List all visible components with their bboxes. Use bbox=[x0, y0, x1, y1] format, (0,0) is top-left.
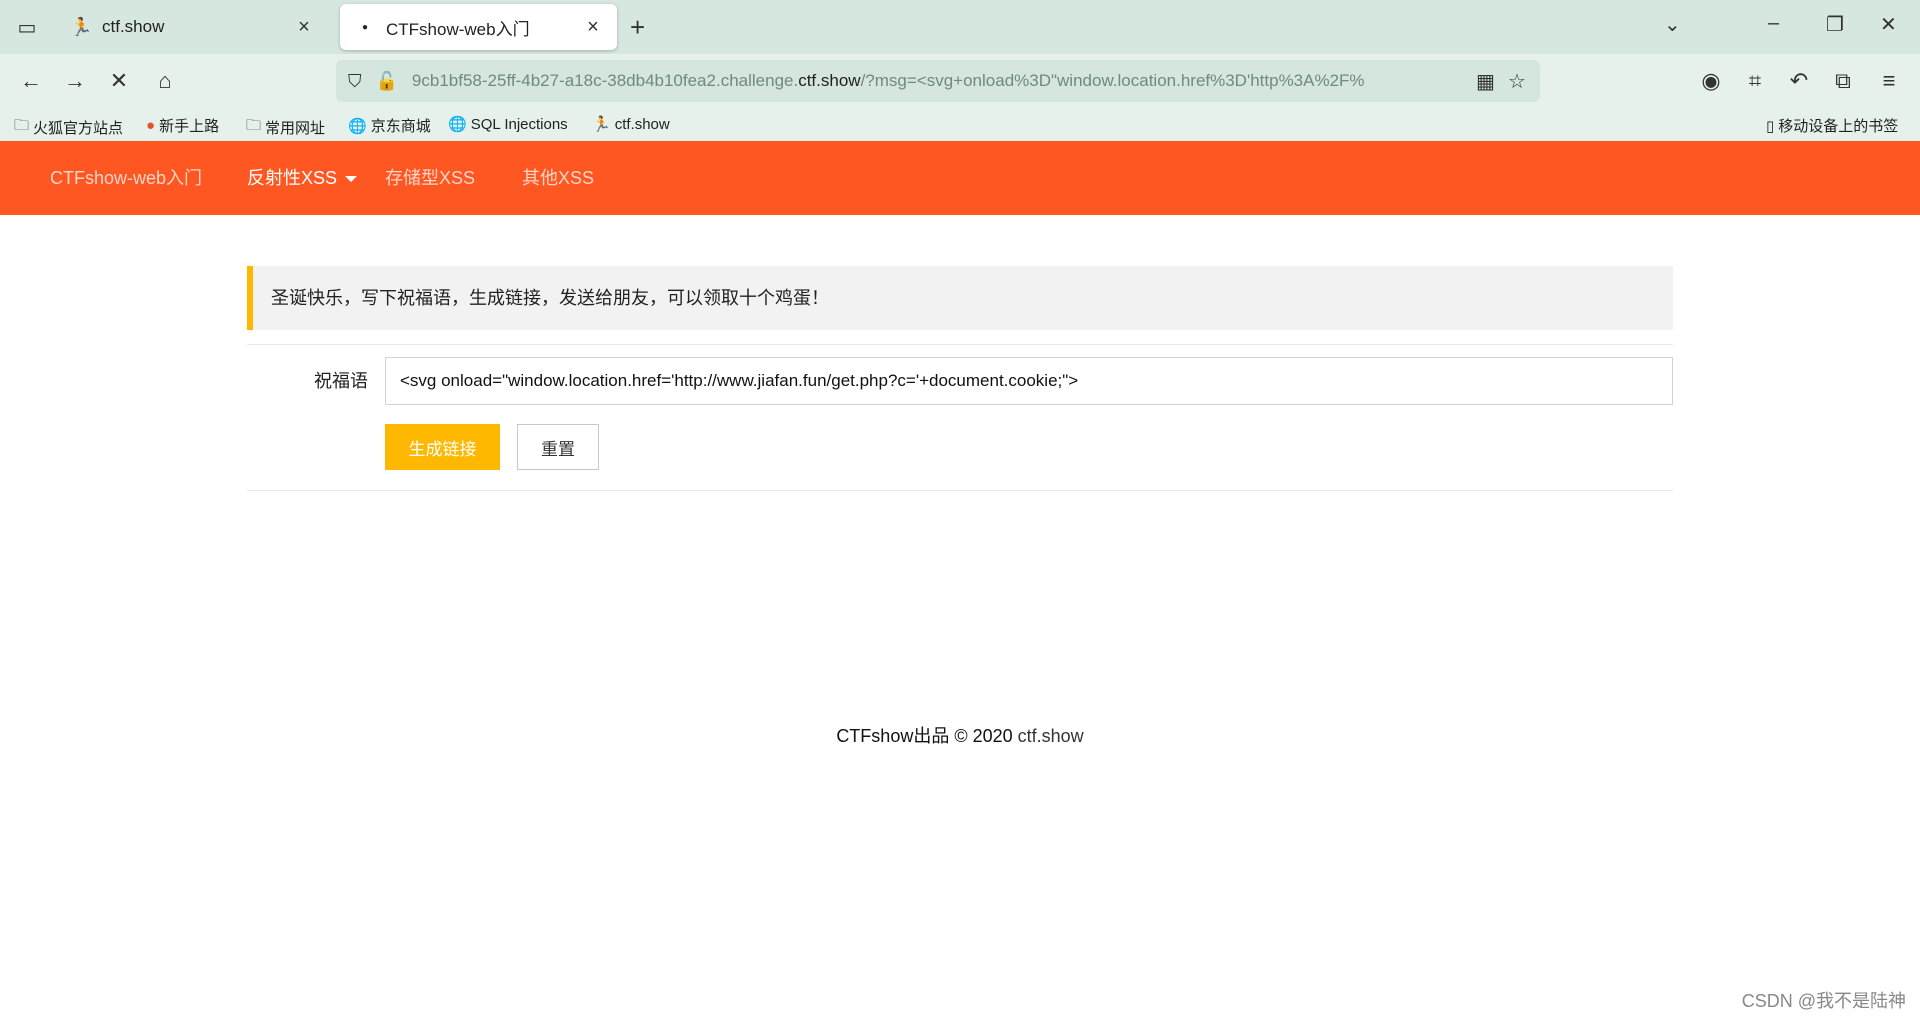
close-icon[interactable]: × bbox=[583, 16, 603, 39]
bookmark-item[interactable]: 🏃 ctf.show bbox=[592, 115, 670, 134]
nav-label: CTFshow-web入门 bbox=[50, 168, 203, 188]
globe-icon: 🌐 bbox=[448, 116, 467, 133]
bookmark-label: SQL Injections bbox=[470, 115, 568, 133]
bookmark-item[interactable]: 🌐 SQL Injections bbox=[448, 115, 568, 134]
bookmark-item[interactable]: 🌐 京东商城 bbox=[348, 115, 431, 136]
new-tab-icon[interactable]: + bbox=[630, 12, 645, 43]
nav-item-other-xss[interactable]: 其他XSS bbox=[522, 141, 594, 215]
nav-item-ctfshow-web[interactable]: CTFshow-web入门 bbox=[50, 141, 202, 215]
url-suffix: /?msg=<svg+onload%3D"window.location.hre… bbox=[860, 71, 1365, 90]
watermark: CSDN @我不是陆神 bbox=[1741, 991, 1906, 1011]
divider bbox=[247, 344, 1673, 345]
generate-link-button[interactable]: 生成链接 bbox=[385, 424, 500, 470]
nav-label: 其他XSS bbox=[522, 168, 595, 188]
greeting-label: 祝福语 bbox=[314, 371, 368, 391]
window-close-icon[interactable]: ✕ bbox=[1880, 12, 1897, 37]
bookmark-label: 新手上路 bbox=[159, 118, 220, 135]
url-prefix: 9cb1bf58-25ff-4b27-a18c-38db4b10fea2.cha… bbox=[411, 71, 799, 90]
globe-icon: 🌐 bbox=[348, 117, 367, 135]
tab-bar: ▭ 🏃 ctf.show × ● CTFshow-web入门 × + ⌄ – ❐… bbox=[0, 0, 1920, 54]
runner-icon: 🏃 bbox=[70, 16, 93, 37]
navigation-bar: ← → ✕ ⌂ ⛉ 🔓 9cb1bf58-25ff-4b27-a18c-38db… bbox=[0, 54, 1920, 108]
tab-ctfshow[interactable]: 🏃 ctf.show × bbox=[56, 4, 328, 50]
folder-icon: 🗀 bbox=[246, 117, 262, 134]
tab-title: ctf.show bbox=[102, 17, 165, 36]
stop-icon[interactable]: ✕ bbox=[106, 68, 132, 94]
restore-icon[interactable]: ❐ bbox=[1826, 12, 1844, 37]
folder-icon: 🗀 bbox=[14, 117, 30, 134]
notice-banner: 圣诞快乐，写下祝福语，生成链接，发送给朋友，可以领取十个鸡蛋！ bbox=[247, 266, 1673, 330]
home-icon[interactable]: ⌂ bbox=[152, 68, 178, 94]
reset-button[interactable]: 重置 bbox=[517, 424, 599, 470]
bookmark-label: 常用网址 bbox=[265, 120, 326, 137]
nav-active-indicator bbox=[0, 141, 1920, 146]
nav-item-stored-xss[interactable]: 存储型XSS bbox=[385, 141, 475, 215]
nav-label: 反射性XSS bbox=[247, 168, 338, 188]
bookmark-label: ctf.show bbox=[614, 115, 670, 133]
tab-list-icon[interactable]: ▭ bbox=[0, 0, 54, 54]
url-bar[interactable]: ⛉ 🔓 9cb1bf58-25ff-4b27-a18c-38db4b10fea2… bbox=[336, 60, 1540, 102]
tab-ctfshow-web[interactable]: ● CTFshow-web入门 × bbox=[340, 4, 617, 50]
bookmark-label: 火狐官方站点 bbox=[33, 120, 124, 137]
runner-icon: 🏃 bbox=[592, 116, 611, 133]
account-icon[interactable]: ◉ bbox=[1698, 68, 1724, 94]
mobile-bookmarks-label: 移动设备上的书签 bbox=[1778, 118, 1899, 135]
loading-dot-icon: ● bbox=[361, 21, 369, 33]
footer-link[interactable]: ctf.show bbox=[1018, 726, 1084, 746]
bookmark-label: 京东商城 bbox=[370, 118, 431, 135]
caret-down-icon bbox=[345, 176, 358, 183]
nav-label: 存储型XSS bbox=[385, 168, 476, 188]
tab-title: CTFshow-web入门 bbox=[386, 19, 530, 39]
menu-icon[interactable]: ≡ bbox=[1876, 68, 1902, 94]
chevron-down-icon[interactable]: ⌄ bbox=[1664, 12, 1681, 37]
back-icon[interactable]: ← bbox=[18, 68, 44, 94]
divider bbox=[247, 490, 1673, 491]
close-icon[interactable]: × bbox=[294, 16, 314, 39]
firefox-icon: ● bbox=[146, 117, 156, 134]
extensions-icon[interactable]: ⧉ bbox=[1830, 68, 1856, 94]
nav-item-reflected-xss[interactable]: 反射性XSS bbox=[247, 141, 358, 215]
qr-code-icon[interactable]: ▦ bbox=[1476, 69, 1495, 94]
url-text[interactable]: 9cb1bf58-25ff-4b27-a18c-38db4b10fea2.cha… bbox=[412, 71, 1422, 91]
site-nav: CTFshow-web入门 反射性XSS 存储型XSS 其他XSS bbox=[0, 141, 1920, 215]
bookmark-item[interactable]: 🗀 火狐官方站点 bbox=[14, 115, 123, 140]
bookmarks-bar: 🗀 火狐官方站点 ● 新手上路 🗀 常用网址 🌐 京东商城 🌐 SQL Inje… bbox=[0, 108, 1920, 141]
insecure-lock-icon[interactable]: 🔓 bbox=[376, 71, 398, 92]
forward-icon[interactable]: → bbox=[62, 68, 88, 94]
undo-icon[interactable]: ↶ bbox=[1786, 68, 1812, 94]
mobile-bookmarks[interactable]: ▯ 移动设备上的书签 bbox=[1766, 115, 1898, 136]
screenshot-icon[interactable]: ⌗ bbox=[1742, 68, 1768, 94]
minimize-icon[interactable]: – bbox=[1768, 12, 1779, 35]
shield-icon[interactable]: ⛉ bbox=[348, 71, 362, 92]
mobile-icon: ▯ bbox=[1766, 117, 1775, 135]
bookmark-item[interactable]: 🗀 常用网址 bbox=[246, 115, 325, 140]
url-domain: ctf.show bbox=[798, 71, 861, 90]
footer: CTFshow出品 © 2020 ctf.show bbox=[0, 722, 1920, 748]
bookmark-item[interactable]: ● 新手上路 bbox=[146, 115, 219, 136]
greeting-input[interactable] bbox=[385, 357, 1673, 405]
bookmark-star-icon[interactable]: ☆ bbox=[1508, 69, 1526, 94]
footer-text: CTFshow出品 © 2020 bbox=[836, 726, 1018, 746]
